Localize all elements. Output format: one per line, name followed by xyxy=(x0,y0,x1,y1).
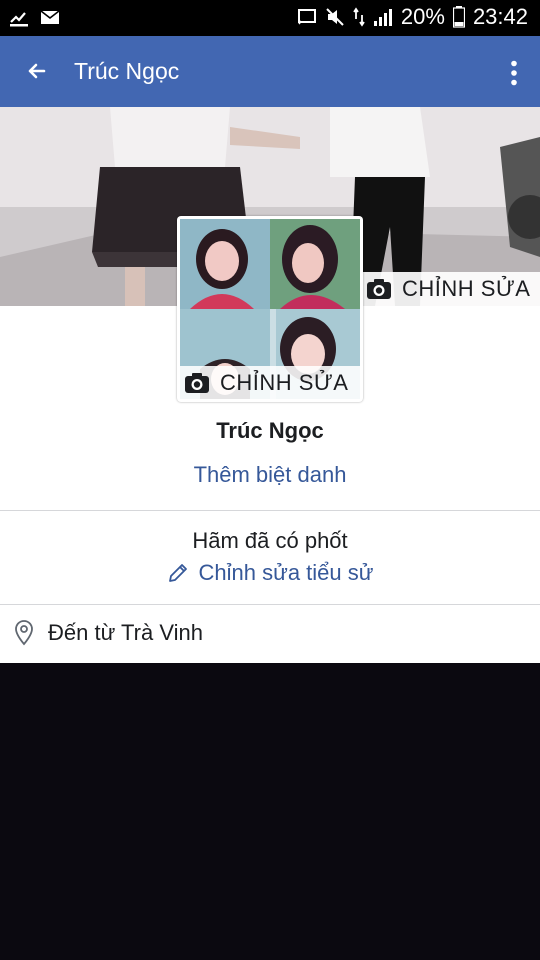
profile-name: Trúc Ngọc xyxy=(216,418,324,443)
bio-text: Hãm đã có phốt xyxy=(192,528,348,553)
camera-icon xyxy=(185,373,209,393)
battery-icon xyxy=(452,6,465,28)
more-vertical-icon[interactable] xyxy=(510,60,518,86)
divider xyxy=(0,604,540,605)
add-nickname-link[interactable]: Thêm biệt danh xyxy=(0,462,540,488)
clock: 23:42 xyxy=(472,4,528,29)
pencil-icon xyxy=(168,564,187,582)
status-bar: 20% 23:42 xyxy=(0,0,540,36)
location-pin-icon xyxy=(15,620,33,646)
page-title: Trúc Ngọc xyxy=(74,58,180,84)
download-icon xyxy=(10,12,28,27)
camera-icon xyxy=(367,279,391,299)
battery-percent: 20% xyxy=(400,4,445,29)
edit-avatar-button[interactable]: CHỈNH SỬA xyxy=(180,366,360,400)
app-bar: Trúc Ngọc xyxy=(0,36,540,107)
edit-cover-label: CHỈNH SỬA xyxy=(402,276,531,301)
signal-icon xyxy=(373,9,392,26)
mute-icon xyxy=(326,8,344,26)
cast-icon xyxy=(297,9,316,25)
edit-bio-button[interactable]: Chỉnh sửa tiểu sử xyxy=(0,560,540,586)
edit-cover-button[interactable]: CHỈNH SỬA xyxy=(362,272,540,306)
arrow-left-icon[interactable] xyxy=(22,56,52,86)
divider xyxy=(0,510,540,511)
location-row: Đến từ Trà Vinh xyxy=(14,620,203,646)
data-transfer-icon xyxy=(353,7,365,27)
edit-avatar-label: CHỈNH SỬA xyxy=(220,370,349,395)
location-text: Đến từ Trà Vinh xyxy=(48,620,203,645)
edit-bio-label: Chỉnh sửa tiểu sử xyxy=(198,560,374,585)
mail-icon xyxy=(40,10,60,24)
